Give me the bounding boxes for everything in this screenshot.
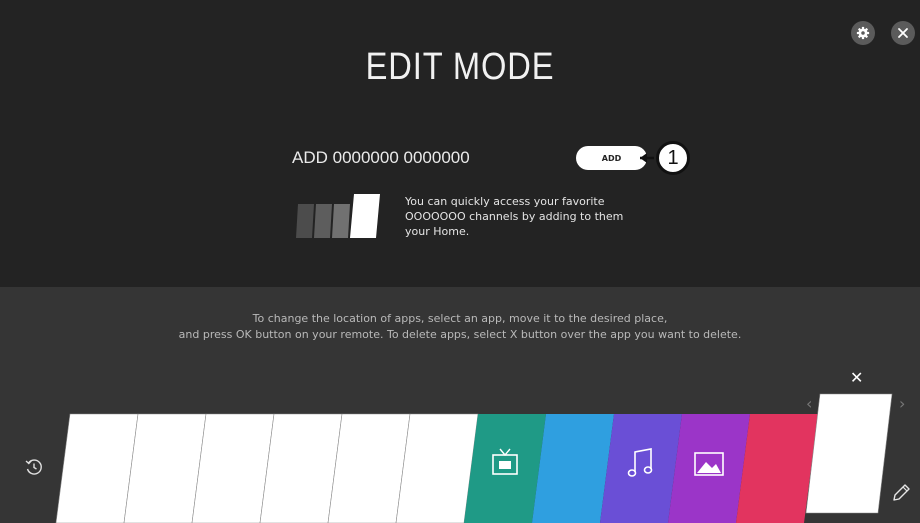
instruction-line-1: To change the location of apps, select a… — [252, 312, 668, 325]
app-tile-blank-6[interactable] — [395, 413, 479, 523]
pencil-icon[interactable] — [890, 482, 912, 504]
info-line: OOOOOOO channels by adding to them — [405, 210, 624, 223]
info-line: You can quickly access your favorite — [405, 195, 605, 208]
gear-icon — [856, 26, 870, 40]
edit-instructions: To change the location of apps, select a… — [0, 311, 920, 343]
page-title: EDIT MODE — [365, 46, 555, 88]
app-strip — [55, 393, 893, 523]
app-tile-music[interactable] — [600, 414, 682, 523]
add-button[interactable]: ADD — [576, 146, 647, 170]
app-tile-blank-2[interactable] — [123, 413, 207, 523]
close-icon — [898, 28, 908, 38]
add-channel-label: ADD 0000000 0000000 — [292, 148, 470, 167]
settings-button[interactable] — [851, 21, 875, 45]
app-tile-blank-1[interactable] — [55, 413, 139, 523]
app-tile-blue[interactable] — [532, 414, 614, 523]
app-tile-blank-3[interactable] — [191, 413, 275, 523]
info-line: your Home. — [405, 225, 470, 238]
add-info-text: You can quickly access your favorite OOO… — [405, 194, 695, 239]
app-tile-blank-4[interactable] — [259, 413, 343, 523]
app-tile-selected[interactable] — [805, 393, 893, 514]
tv-screen: EDIT MODE ADD 0000000 0000000 ADD 1 You … — [0, 0, 920, 523]
channel-thumbnail-icon — [296, 194, 380, 238]
edit-mode-header-panel — [0, 0, 920, 287]
close-button[interactable] — [891, 21, 915, 45]
app-tile-blank-5[interactable] — [327, 413, 411, 523]
delete-app-button[interactable]: ✕ — [850, 368, 863, 387]
app-tile-red[interactable] — [736, 414, 818, 523]
callout-badge: 1 — [656, 141, 690, 175]
instruction-line-2: and press OK button on your remote. To d… — [178, 328, 742, 341]
history-icon[interactable] — [24, 457, 44, 477]
